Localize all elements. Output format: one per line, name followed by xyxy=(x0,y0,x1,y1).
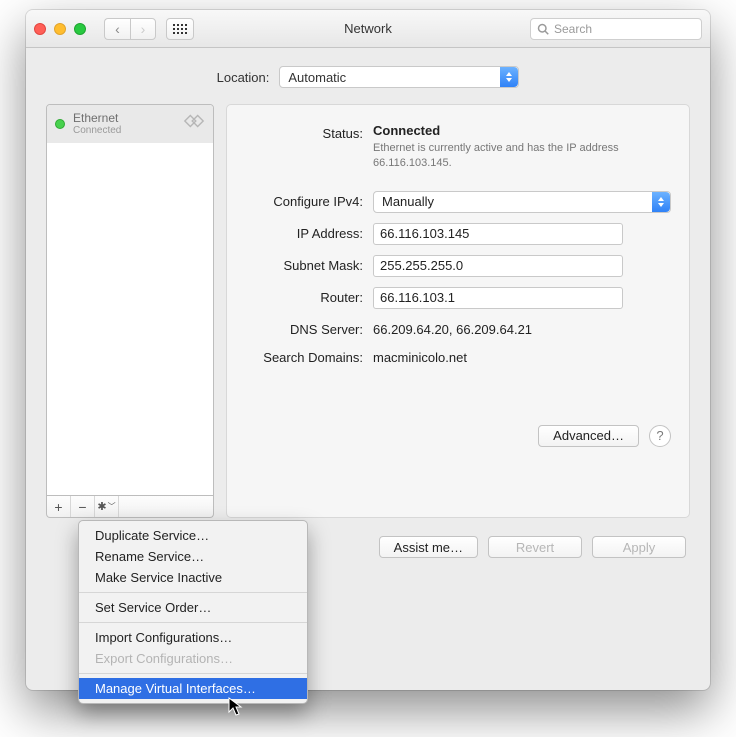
services-list[interactable]: Ethernet Connected xyxy=(46,104,214,496)
service-name: Ethernet xyxy=(73,111,175,125)
ip-address-field[interactable]: 66.116.103.145 xyxy=(373,223,623,245)
nav-buttons: ‹ › xyxy=(104,18,156,40)
menu-separator xyxy=(79,673,307,674)
router-value: 66.116.103.1 xyxy=(380,290,455,305)
show-all-button[interactable] xyxy=(166,18,194,40)
assist-me-button[interactable]: Assist me… xyxy=(379,536,478,558)
ip-address-value: 66.116.103.145 xyxy=(380,226,469,241)
search-domains-label: Search Domains: xyxy=(245,347,373,365)
remove-service-button[interactable]: − xyxy=(71,496,95,517)
status-value: Connected xyxy=(373,123,671,138)
configure-ipv4-label: Configure IPv4: xyxy=(245,191,373,209)
search-icon xyxy=(537,23,549,35)
menu-duplicate-service[interactable]: Duplicate Service… xyxy=(79,525,307,546)
close-window[interactable] xyxy=(34,23,46,35)
location-row: Location: Automatic xyxy=(46,66,690,88)
advanced-button[interactable]: Advanced… xyxy=(538,425,639,447)
ip-address-label: IP Address: xyxy=(245,223,373,241)
configure-ipv4-value: Manually xyxy=(382,194,434,209)
question-icon: ? xyxy=(656,428,663,443)
traffic-lights xyxy=(34,23,86,35)
chevron-right-icon: › xyxy=(141,21,146,37)
dns-server-value: 66.209.64.20, 66.209.64.21 xyxy=(373,322,532,337)
services-sidebar: Ethernet Connected + − xyxy=(46,104,214,518)
configure-ipv4-select[interactable]: Manually xyxy=(373,191,671,213)
grid-icon xyxy=(173,24,187,34)
service-text: Ethernet Connected xyxy=(73,111,175,136)
subnet-mask-label: Subnet Mask: xyxy=(245,255,373,273)
ethernet-icon xyxy=(183,113,205,134)
forward-button[interactable]: › xyxy=(130,18,156,40)
menu-import-config[interactable]: Import Configurations… xyxy=(79,627,307,648)
zoom-window[interactable] xyxy=(74,23,86,35)
service-row-ethernet[interactable]: Ethernet Connected xyxy=(47,105,213,143)
menu-manage-virtual-interfaces[interactable]: Manage Virtual Interfaces… xyxy=(79,678,307,699)
gear-icon: ✱ xyxy=(97,500,106,513)
menu-make-inactive[interactable]: Make Service Inactive xyxy=(79,567,307,588)
service-status: Connected xyxy=(73,125,175,136)
dns-server-label: DNS Server: xyxy=(245,319,373,337)
details-pane: Status: Connected Ethernet is currently … xyxy=(226,104,690,518)
window-body: Location: Automatic Ethernet Connected xyxy=(26,48,710,572)
router-field[interactable]: 66.116.103.1 xyxy=(373,287,623,309)
search-domains-value: macminicolo.net xyxy=(373,350,467,365)
location-select[interactable]: Automatic xyxy=(279,66,519,88)
menu-separator xyxy=(79,592,307,593)
menu-rename-service[interactable]: Rename Service… xyxy=(79,546,307,567)
chevron-left-icon: ‹ xyxy=(115,21,120,37)
location-label: Location: xyxy=(217,70,270,85)
service-actions-button[interactable]: ✱﹀ xyxy=(95,496,119,517)
status-label: Status: xyxy=(245,123,373,141)
updown-icon xyxy=(500,67,518,87)
subnet-mask-value: 255.255.255.0 xyxy=(380,258,463,273)
add-service-button[interactable]: + xyxy=(47,496,71,517)
plus-icon: + xyxy=(54,499,62,515)
minimize-window[interactable] xyxy=(54,23,66,35)
menu-separator xyxy=(79,622,307,623)
search-placeholder: Search xyxy=(554,22,592,36)
service-actions-menu: Duplicate Service… Rename Service… Make … xyxy=(78,520,308,704)
chevron-down-icon: ﹀ xyxy=(108,501,116,512)
minus-icon: − xyxy=(78,499,86,515)
menu-set-service-order[interactable]: Set Service Order… xyxy=(79,597,307,618)
updown-icon xyxy=(652,192,670,212)
revert-button[interactable]: Revert xyxy=(488,536,582,558)
status-dot-icon xyxy=(55,119,65,129)
sidebar-toolbar: + − ✱﹀ xyxy=(46,496,214,518)
apply-button[interactable]: Apply xyxy=(592,536,686,558)
titlebar: ‹ › Network Search xyxy=(26,10,710,48)
menu-export-config: Export Configurations… xyxy=(79,648,307,669)
back-button[interactable]: ‹ xyxy=(104,18,130,40)
subnet-mask-field[interactable]: 255.255.255.0 xyxy=(373,255,623,277)
status-subtext: Ethernet is currently active and has the… xyxy=(373,141,671,171)
search-field[interactable]: Search xyxy=(530,18,702,40)
location-value: Automatic xyxy=(288,70,346,85)
router-label: Router: xyxy=(245,287,373,305)
help-button[interactable]: ? xyxy=(649,425,671,447)
